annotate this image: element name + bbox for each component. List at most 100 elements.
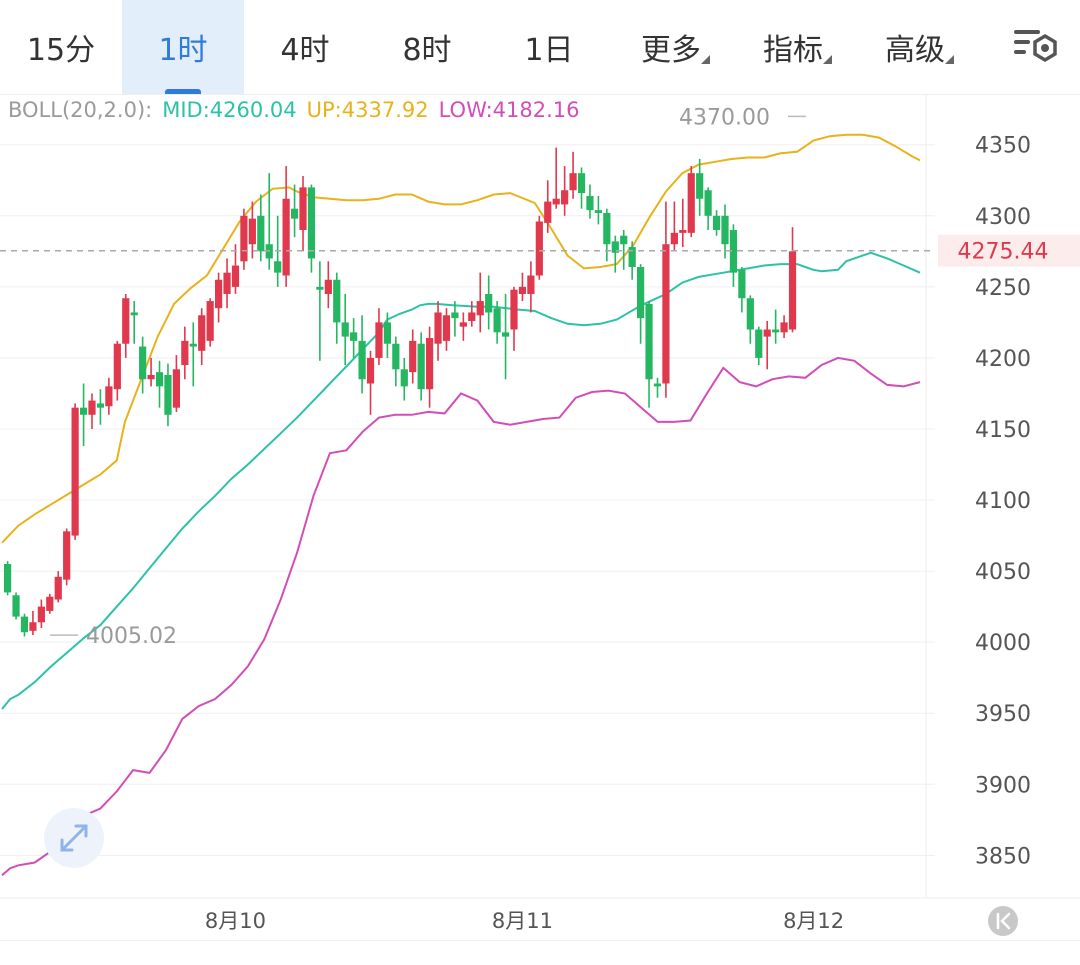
candle	[71, 403, 79, 540]
candle	[54, 571, 62, 603]
candle	[181, 326, 189, 380]
candle-body	[257, 215, 265, 252]
candle	[333, 272, 341, 344]
candle-body	[493, 308, 501, 333]
candle-body	[316, 286, 324, 290]
candle-body	[409, 340, 417, 373]
candle-body	[223, 272, 231, 294]
candle-body	[670, 232, 678, 245]
candle	[324, 261, 332, 309]
candle-body	[358, 340, 366, 380]
candle-body	[442, 315, 451, 341]
candle	[105, 377, 113, 415]
x-tick-label: 8月11	[492, 909, 553, 933]
candle	[712, 210, 721, 236]
candle	[662, 201, 670, 398]
candle	[729, 224, 738, 287]
candle	[206, 298, 214, 347]
candle-body	[375, 322, 383, 358]
candle-body	[105, 386, 113, 407]
candle	[113, 340, 121, 401]
candle	[12, 592, 20, 620]
candle	[392, 336, 400, 387]
kline-chart[interactable]: 4275.44 4370.00 4005.02 4350 4300 4250 4200 41…	[0, 0, 1080, 964]
candle	[20, 613, 29, 637]
candle	[687, 166, 695, 238]
candle-body	[637, 266, 645, 319]
candle-body	[206, 301, 214, 341]
candle-body	[746, 298, 754, 330]
candle	[755, 326, 763, 366]
candle-body	[485, 293, 493, 313]
candle	[223, 258, 231, 309]
candle-body	[290, 208, 299, 219]
candle-body	[181, 340, 189, 366]
candle	[122, 293, 130, 358]
candle-body	[366, 357, 375, 384]
y-tick-label: 3850	[975, 844, 1031, 869]
candle-body	[274, 261, 282, 273]
candle	[341, 293, 349, 366]
y-tick-label: 3950	[975, 702, 1031, 727]
candle	[79, 383, 88, 447]
fullscreen-button[interactable]	[44, 808, 104, 868]
candle	[485, 275, 493, 330]
candle-body	[561, 190, 569, 205]
y-tick-label: 4100	[975, 489, 1031, 514]
candle-body	[780, 322, 788, 333]
candle-body	[282, 198, 290, 276]
candle	[63, 528, 71, 586]
candle	[552, 147, 560, 209]
candle-body	[198, 315, 206, 351]
candle-body	[71, 407, 79, 536]
candles	[4, 147, 797, 637]
candle-body	[434, 312, 442, 344]
candle	[350, 318, 358, 358]
candle	[772, 309, 780, 344]
candle	[155, 360, 164, 408]
candle-body	[712, 215, 721, 231]
candle-body	[20, 616, 29, 633]
candle-body	[501, 332, 510, 337]
candle	[603, 208, 611, 262]
candle	[4, 561, 12, 596]
candle-body	[63, 531, 71, 580]
candle	[459, 312, 467, 341]
low-price-label: 4005.02	[86, 624, 177, 649]
candle	[586, 184, 594, 219]
candle-body	[113, 343, 121, 390]
scroll-latest-button[interactable]	[988, 906, 1018, 936]
candle-body	[679, 230, 687, 233]
candle	[518, 272, 527, 302]
candle	[679, 198, 687, 248]
candle-body	[307, 187, 316, 259]
candle	[594, 195, 602, 225]
candle-body	[231, 265, 240, 287]
candle-body	[755, 329, 763, 358]
candle	[577, 167, 586, 209]
candle	[299, 176, 307, 252]
candle-body	[510, 289, 518, 330]
candle	[527, 261, 535, 313]
candle-body	[687, 173, 695, 233]
candle	[358, 315, 366, 394]
candle	[164, 363, 172, 427]
candle	[130, 301, 138, 344]
bottom-strip	[0, 940, 1080, 965]
candle	[265, 173, 273, 270]
candle	[653, 377, 662, 398]
candle	[476, 272, 484, 333]
candle-body	[772, 329, 780, 333]
boll-lower-line	[1, 356, 921, 877]
candle-body	[54, 576, 62, 600]
y-tick-label: 4300	[975, 205, 1031, 230]
candle-body	[738, 269, 746, 299]
candle	[746, 295, 754, 344]
candle-body	[172, 369, 180, 408]
candle	[282, 166, 290, 287]
candle-body	[139, 346, 147, 380]
current-price-label: 4275.44	[958, 240, 1049, 265]
candle	[544, 180, 552, 233]
candle-body	[189, 343, 197, 347]
candle-body	[383, 322, 391, 344]
